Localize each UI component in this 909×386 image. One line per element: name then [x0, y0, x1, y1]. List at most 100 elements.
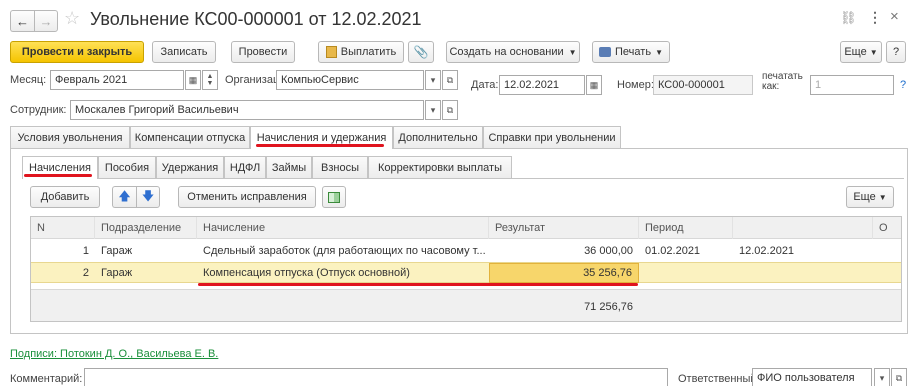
window-title: Увольнение КС00-000001 от 12.02.2021: [90, 9, 422, 29]
cancel-corrections-button[interactable]: Отменить исправления: [178, 186, 316, 208]
row-period-end: [733, 263, 873, 283]
row-accrual: Сдельный заработок (для работающих по ча…: [203, 245, 486, 257]
open-icon: ⧉: [446, 104, 454, 115]
header-help-link[interactable]: ?: [900, 79, 906, 91]
month-label: Месяц:: [10, 74, 47, 86]
row-period-start: 01.02.2021: [645, 245, 701, 257]
more-button-label: Еще: [844, 46, 867, 58]
responsible-dropdown-button[interactable]: ▾: [874, 368, 890, 386]
table-row-selected[interactable]: 2 Гараж Компенсация отпуска (Отпуск осно…: [31, 262, 901, 283]
row-accrual: Компенсация отпуска (Отпуск основной): [203, 267, 410, 279]
arrow-right-icon: →: [39, 13, 53, 29]
chevron-down-icon: ▼: [655, 47, 663, 57]
payment-icon: [325, 46, 337, 58]
back-button[interactable]: ←: [10, 10, 34, 32]
calendar-button[interactable]: ▦: [185, 70, 201, 90]
arrow-left-icon: ←: [16, 13, 29, 29]
create-based-on-button[interactable]: Создать на основании ▼: [446, 41, 580, 63]
sub-tabs-baseline: [22, 178, 904, 179]
organization-open-button[interactable]: ⧉: [442, 70, 458, 90]
subtab-loans[interactable]: Займы: [266, 156, 312, 178]
table-more-button[interactable]: Еще ▼: [846, 186, 894, 208]
subtab-contributions[interactable]: Взносы: [312, 156, 368, 178]
subtab-payment-adjustments[interactable]: Корректировки выплаты: [368, 156, 512, 178]
more-icon[interactable]: ⋮: [868, 9, 882, 26]
print-button[interactable]: Печать ▼: [592, 41, 670, 63]
accrual-row-underline: [198, 283, 638, 286]
row-department: Гараж: [101, 267, 133, 279]
employee-field[interactable]: Москалев Григорий Васильевич: [70, 100, 424, 120]
table-total-result: 71 256,76: [584, 301, 633, 313]
comment-field[interactable]: [84, 368, 668, 386]
col-header-o[interactable]: О: [873, 217, 901, 239]
row-department: Гараж: [101, 245, 133, 257]
calendar-icon: ▦: [589, 79, 599, 90]
responsible-open-button[interactable]: ⧉: [891, 368, 907, 386]
print-as-field[interactable]: 1: [810, 75, 894, 95]
chevron-down-icon: ▼: [869, 47, 878, 57]
chevron-down-icon: ▾: [430, 104, 436, 115]
pay-button[interactable]: Выплатить: [318, 41, 404, 63]
print-button-label: Печать: [615, 46, 652, 58]
row-result: 36 000,00: [584, 245, 633, 257]
table-settings-button[interactable]: [322, 186, 346, 208]
open-icon: ⧉: [446, 74, 454, 85]
row-result-selected-cell[interactable]: 35 256,76: [489, 263, 639, 283]
date-field[interactable]: 12.02.2021: [499, 75, 585, 95]
subtab-benefits[interactable]: Пособия: [98, 156, 156, 178]
col-header-period-end[interactable]: [733, 217, 873, 239]
attach-button[interactable]: 📎: [408, 41, 434, 63]
forward-button[interactable]: →: [34, 10, 58, 32]
month-field[interactable]: Февраль 2021: [50, 70, 184, 90]
subtab-deductions[interactable]: Удержания: [156, 156, 224, 178]
printer-icon: [599, 47, 612, 57]
tab-dismissal-conditions[interactable]: Условия увольнения: [10, 126, 130, 148]
row-number: 2: [82, 267, 89, 279]
move-down-button[interactable]: 🡇: [136, 186, 160, 208]
pay-button-label: Выплатить: [340, 46, 397, 58]
post-button[interactable]: Провести: [231, 41, 295, 63]
add-button[interactable]: Добавить: [30, 186, 100, 208]
number-label: Номер:: [617, 79, 654, 91]
date-calendar-button[interactable]: ▦: [586, 75, 602, 95]
chevron-down-icon: ▼: [568, 47, 577, 57]
help-button[interactable]: ?: [886, 41, 906, 63]
col-header-number[interactable]: N: [31, 217, 95, 239]
employee-dropdown-button[interactable]: ▾: [425, 100, 441, 120]
table-row[interactable]: 1 Гараж Сдельный заработок (для работающ…: [31, 241, 901, 261]
print-as-label: печатать как:: [762, 72, 803, 92]
subtab-accruals-underline: [24, 174, 92, 177]
responsible-field[interactable]: ФИО пользователя: [752, 368, 872, 386]
col-header-accrual[interactable]: Начисление: [197, 217, 489, 239]
subtab-ndfl[interactable]: НДФЛ: [224, 156, 266, 178]
employee-open-button[interactable]: ⧉: [442, 100, 458, 120]
tab-additional[interactable]: Дополнительно: [393, 126, 483, 148]
post-and-close-button[interactable]: Провести и закрыть: [10, 41, 144, 63]
more-button[interactable]: Еще ▼: [840, 41, 882, 63]
number-field[interactable]: КС00-000001: [653, 75, 753, 95]
tab-vacation-compensation[interactable]: Компенсации отпуска: [130, 126, 250, 148]
responsible-label: Ответственный:: [678, 373, 760, 385]
chevron-down-icon: ▼: [878, 192, 887, 202]
create-based-on-label: Создать на основании: [449, 46, 564, 58]
calendar-icon: ▦: [188, 74, 198, 85]
move-up-button[interactable]: 🡅: [112, 186, 136, 208]
link-icon[interactable]: ⛓: [840, 10, 857, 26]
close-button[interactable]: ×: [890, 8, 899, 25]
signatures-link[interactable]: Подписи: Потокин Д. О., Васильева Е. В.: [10, 348, 218, 360]
paperclip-icon: 📎: [413, 45, 429, 59]
table-more-label: Еще: [853, 191, 876, 203]
organization-dropdown-button[interactable]: ▾: [425, 70, 441, 90]
organization-field[interactable]: КомпьюСервис: [276, 70, 424, 90]
favorite-star-icon[interactable]: ☆: [64, 8, 80, 29]
row-period-end: 12.02.2021: [739, 245, 795, 257]
tab-dismissal-certificates[interactable]: Справки при увольнении: [483, 126, 621, 148]
stepper-down-icon: ▼: [206, 80, 214, 87]
month-stepper[interactable]: ▲ ▼: [202, 70, 218, 90]
col-header-department[interactable]: Подразделение: [95, 217, 197, 239]
save-button[interactable]: Записать: [152, 41, 216, 63]
arrow-up-icon: 🡅: [118, 188, 131, 203]
col-header-result[interactable]: Результат: [489, 217, 639, 239]
col-header-period[interactable]: Период: [639, 217, 733, 239]
row-period-start: [639, 263, 733, 283]
